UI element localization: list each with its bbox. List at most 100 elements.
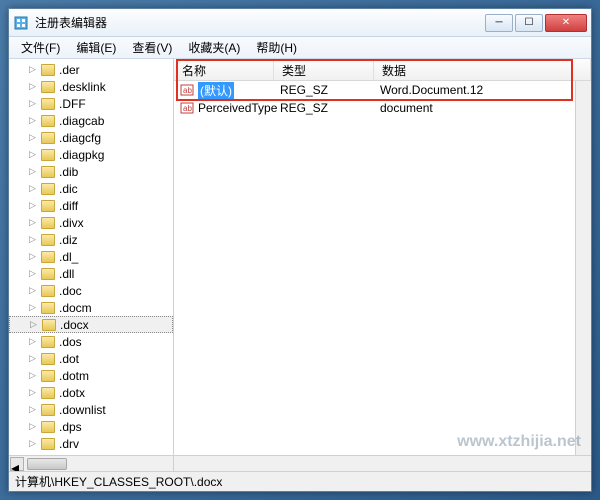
tree-panel[interactable]: ▷.der▷.desklink▷.DFF▷.diagcab▷.diagcfg▷.… [9, 59, 174, 471]
minimize-button[interactable]: ─ [485, 14, 513, 32]
folder-icon [41, 166, 55, 178]
tree-item[interactable]: ▷ .desklink [9, 78, 173, 95]
tree-item[interactable]: ▷.diagcab [9, 112, 173, 129]
folder-icon [41, 234, 55, 246]
expand-icon[interactable]: ▷ [29, 251, 41, 262]
folder-icon [41, 217, 55, 229]
tree-item-label: .dic [59, 182, 78, 196]
folder-icon [41, 268, 55, 280]
expand-icon[interactable]: ▷ [29, 166, 41, 177]
tree-item[interactable]: ▷ .DFF [9, 95, 173, 112]
scroll-thumb[interactable] [27, 458, 67, 470]
value-name: (默认) [198, 82, 234, 99]
tree-item-label: .DFF [59, 97, 86, 111]
titlebar[interactable]: 注册表编辑器 ─ ☐ ✕ [9, 9, 591, 37]
folder-icon [41, 353, 55, 365]
folder-icon [41, 251, 55, 263]
tree-item-label: .der [59, 63, 80, 77]
list-vertical-scrollbar[interactable] [575, 81, 591, 455]
tree-item[interactable]: ▷.dos [9, 333, 173, 350]
tree-item-label: .desklink [59, 80, 106, 94]
tree-item[interactable]: ▷ .dic [9, 180, 173, 197]
expand-icon[interactable]: ▷ [29, 132, 41, 143]
tree-item[interactable]: ▷.dl_ [9, 248, 173, 265]
folder-icon [41, 64, 55, 76]
expand-icon[interactable]: ▷ [29, 421, 41, 432]
folder-icon [41, 336, 55, 348]
expand-icon[interactable]: ▷ [30, 319, 42, 330]
expand-icon[interactable]: ▷ [29, 387, 41, 398]
folder-icon [42, 319, 56, 331]
expand-icon[interactable]: ▷ [29, 336, 41, 347]
expand-icon[interactable]: ▷ [29, 200, 41, 211]
expand-icon[interactable]: ▷ [29, 404, 41, 415]
content-area: ▷.der▷.desklink▷.DFF▷.diagcab▷.diagcfg▷.… [9, 59, 591, 471]
list-horizontal-scrollbar[interactable] [174, 455, 591, 471]
folder-icon [41, 285, 55, 297]
values-list[interactable]: ab(默认)REG_SZWord.Document.12abPerceivedT… [174, 81, 591, 471]
column-data[interactable]: 数据 [374, 59, 591, 80]
folder-icon [41, 149, 55, 161]
expand-icon[interactable]: ▷ [29, 115, 41, 126]
tree-item[interactable]: ▷.diagcfg [9, 129, 173, 146]
tree-item[interactable]: ▷.dotx [9, 384, 173, 401]
tree-item[interactable]: ▷.dps [9, 418, 173, 435]
tree-item-label: .dot [59, 352, 79, 366]
menu-file[interactable]: 文件(F) [13, 37, 68, 58]
tree-item[interactable]: ▷.diff [9, 197, 173, 214]
folder-icon [41, 115, 55, 127]
tree-item[interactable]: ▷.dotm [9, 367, 173, 384]
expand-icon[interactable]: ▷ [29, 285, 41, 296]
tree-item[interactable]: ▷ .docx [9, 316, 173, 333]
expand-icon[interactable]: ▷ [29, 149, 41, 160]
tree-item[interactable]: ▷.divx [9, 214, 173, 231]
folder-icon [41, 183, 55, 195]
expand-icon[interactable]: ▷ [29, 353, 41, 364]
menu-edit[interactable]: 编辑(E) [68, 37, 124, 58]
expand-icon[interactable]: ▷ [29, 217, 41, 228]
expand-icon[interactable]: ▷ [29, 370, 41, 381]
tree-item-label: .docx [60, 318, 89, 332]
string-value-icon: ab [180, 101, 194, 115]
svg-text:ab: ab [183, 86, 192, 95]
statusbar: 计算机\HKEY_CLASSES_ROOT\.docx [9, 471, 591, 491]
expand-icon[interactable]: ▷ [29, 234, 41, 245]
tree-item[interactable]: ▷.downlist [9, 401, 173, 418]
tree-item[interactable]: ▷.dll [9, 265, 173, 282]
expand-icon[interactable]: ▷ [29, 98, 41, 109]
expand-icon[interactable]: ▷ [29, 302, 41, 313]
folder-icon [41, 132, 55, 144]
tree-item[interactable]: ▷.doc [9, 282, 173, 299]
value-row[interactable]: ab(默认)REG_SZWord.Document.12 [174, 81, 591, 99]
tree-item[interactable]: ▷ .der [9, 61, 173, 78]
string-value-icon: ab [180, 83, 194, 97]
menu-view[interactable]: 查看(V) [124, 37, 180, 58]
tree-item[interactable]: ▷.diagpkg [9, 146, 173, 163]
column-name[interactable]: 名称 [174, 59, 274, 80]
tree-item[interactable]: ▷.docm [9, 299, 173, 316]
tree-item[interactable]: ▷.drv [9, 435, 173, 452]
menu-favorites[interactable]: 收藏夹(A) [180, 37, 248, 58]
folder-icon [41, 81, 55, 93]
window-controls: ─ ☐ ✕ [485, 14, 587, 32]
tree-item[interactable]: ▷.diz [9, 231, 173, 248]
expand-icon[interactable]: ▷ [29, 81, 41, 92]
tree-horizontal-scrollbar[interactable]: ◂ [9, 455, 173, 471]
maximize-button[interactable]: ☐ [515, 14, 543, 32]
expand-icon[interactable]: ▷ [29, 64, 41, 75]
expand-icon[interactable]: ▷ [29, 183, 41, 194]
regedit-icon [13, 15, 29, 31]
value-type: REG_SZ [274, 101, 374, 115]
folder-icon [41, 438, 55, 450]
column-type[interactable]: 类型 [274, 59, 374, 80]
tree-item[interactable]: ▷.dib [9, 163, 173, 180]
close-button[interactable]: ✕ [545, 14, 587, 32]
registry-tree: ▷.der▷.desklink▷.DFF▷.diagcab▷.diagcfg▷.… [9, 59, 173, 471]
value-row[interactable]: abPerceivedTypeREG_SZdocument [174, 99, 591, 117]
expand-icon[interactable]: ▷ [29, 438, 41, 449]
expand-icon[interactable]: ▷ [29, 268, 41, 279]
window-title: 注册表编辑器 [35, 14, 485, 31]
scroll-left-button[interactable]: ◂ [10, 457, 24, 471]
tree-item[interactable]: ▷ .dot [9, 350, 173, 367]
menu-help[interactable]: 帮助(H) [248, 37, 305, 58]
